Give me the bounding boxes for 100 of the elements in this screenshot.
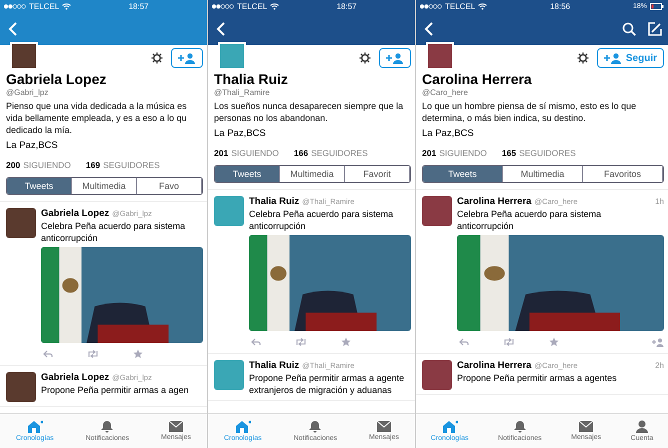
tab[interactable]: Tweets bbox=[423, 166, 503, 182]
back-icon[interactable] bbox=[8, 22, 18, 36]
status-time: 18:56 bbox=[550, 2, 570, 11]
mail-icon bbox=[377, 421, 392, 432]
bio-text: Lo que un hombre piensa de sí mismo, esto es lo que bbox=[422, 100, 638, 112]
bio-text: Pienso que una vida dedicada a la música es bbox=[6, 100, 188, 112]
carrier-name: TELCEL bbox=[29, 2, 60, 11]
follow-icon[interactable] bbox=[652, 338, 664, 346]
tweet-author: Thalia Ruiz bbox=[249, 196, 300, 208]
following-count[interactable]: 200 bbox=[6, 160, 20, 171]
add-person-icon bbox=[386, 52, 404, 64]
retweet-icon[interactable] bbox=[503, 338, 515, 346]
following-label[interactable]: SIGUIENDO bbox=[231, 148, 279, 159]
location-text: La Paz,BCS bbox=[422, 128, 475, 140]
add-person-icon bbox=[604, 52, 622, 64]
reply-icon[interactable] bbox=[43, 350, 53, 358]
signal-icon bbox=[212, 4, 234, 9]
follow-button[interactable]: Seguir bbox=[596, 48, 664, 68]
mail-icon bbox=[579, 421, 594, 432]
tweet-author: Gabriela Lopez bbox=[41, 372, 110, 384]
followers-label[interactable]: SEGUIDORES bbox=[103, 160, 160, 171]
tweet-time: 2h bbox=[655, 360, 664, 372]
following-count[interactable]: 201 bbox=[422, 148, 436, 159]
status-time: 18:57 bbox=[128, 2, 149, 11]
tweet-text: Propone Peña permitir armas a agente bbox=[249, 372, 406, 384]
following-label[interactable]: SIGUIENDO bbox=[23, 160, 71, 171]
tweet-text: Propone Peña permitir armas a agentes bbox=[457, 372, 618, 384]
retweet-icon[interactable] bbox=[295, 338, 307, 346]
bio-text: dedicado la mía. bbox=[6, 124, 74, 136]
profile-name: Thalia Ruiz bbox=[214, 71, 289, 87]
following-label[interactable]: SIGUIENDO bbox=[439, 148, 487, 159]
tweet-time: 1h bbox=[655, 196, 664, 208]
wifi-icon bbox=[62, 3, 72, 10]
bio-text: determina, o más bien indica, su destino. bbox=[422, 112, 587, 124]
bio-text: personas no los abandonan. bbox=[214, 112, 329, 124]
tweet-author: Gabriela Lopez bbox=[41, 208, 110, 220]
tweet-text: extranjeros de migración y aduanas bbox=[249, 384, 393, 396]
followers-count[interactable]: 166 bbox=[294, 148, 308, 159]
profile-handle: @Gabri_lpz bbox=[6, 87, 50, 98]
avatar bbox=[10, 42, 38, 70]
home-icon bbox=[234, 420, 251, 433]
add-person-icon bbox=[178, 52, 196, 64]
bio-text: vida bellamente empleada, y es a eso a lo qu bbox=[6, 112, 188, 124]
mail-icon bbox=[169, 421, 184, 432]
reply-icon[interactable] bbox=[251, 338, 261, 346]
tab[interactable]: Tweets bbox=[7, 178, 72, 194]
home-icon bbox=[442, 420, 458, 433]
follow-button[interactable] bbox=[171, 48, 203, 68]
tweet-author: Carolina Herrera bbox=[457, 360, 532, 372]
tweet-author: Carolina Herrera bbox=[457, 196, 532, 208]
location-text: La Paz,BCS bbox=[6, 140, 59, 152]
settings-icon[interactable] bbox=[576, 52, 589, 64]
retweet-icon[interactable] bbox=[87, 350, 99, 358]
bell-icon bbox=[101, 420, 114, 433]
settings-icon[interactable] bbox=[151, 52, 163, 64]
bell-icon bbox=[309, 420, 322, 433]
profile-handle: @Caro_here bbox=[422, 87, 469, 98]
back-icon[interactable] bbox=[424, 22, 434, 36]
followers-count[interactable]: 169 bbox=[86, 160, 100, 171]
profile-name: Carolina Herrera bbox=[422, 71, 533, 87]
profile-name: Gabriela Lopez bbox=[6, 71, 108, 87]
tweet-text: anticorrupción bbox=[457, 220, 515, 232]
avatar bbox=[426, 42, 454, 70]
signal-icon bbox=[4, 4, 26, 9]
location-text: La Paz,BCS bbox=[214, 128, 267, 140]
profile-handle: @Thali_Ramire bbox=[214, 87, 271, 98]
avatar bbox=[422, 360, 452, 390]
tweet-author: Thalia Ruiz bbox=[249, 360, 300, 372]
follow-button[interactable] bbox=[379, 48, 411, 68]
tweet-text: Propone Peña permitir armas a agen bbox=[41, 384, 190, 396]
star-icon[interactable] bbox=[549, 337, 559, 347]
followers-label[interactable]: SEGUIDORES bbox=[519, 148, 576, 159]
tab[interactable]: Tweets bbox=[215, 166, 280, 182]
wifi-icon bbox=[270, 3, 280, 10]
avatar bbox=[6, 372, 36, 402]
tweet-text: anticorrupción bbox=[41, 232, 99, 244]
carrier-name: TELCEL bbox=[445, 2, 476, 11]
bio-text: Los sueños nunca desaparecen siempre que la bbox=[214, 100, 404, 112]
star-icon[interactable] bbox=[341, 337, 351, 347]
avatar bbox=[214, 360, 244, 390]
followers-count[interactable]: 165 bbox=[502, 148, 516, 159]
following-count[interactable]: 201 bbox=[214, 148, 228, 159]
search-icon[interactable] bbox=[622, 22, 636, 36]
wifi-icon bbox=[478, 3, 488, 10]
home-icon bbox=[26, 420, 43, 433]
signal-icon bbox=[420, 4, 442, 9]
avatar bbox=[6, 208, 36, 238]
carrier-name: TELCEL bbox=[237, 2, 268, 11]
bell-icon bbox=[514, 420, 526, 433]
compose-icon[interactable] bbox=[648, 22, 662, 36]
battery-icon bbox=[650, 3, 664, 10]
settings-icon[interactable] bbox=[359, 52, 371, 64]
tweet-text: anticorrupción bbox=[249, 220, 307, 232]
back-icon[interactable] bbox=[216, 22, 226, 36]
avatar bbox=[218, 42, 246, 70]
reply-icon[interactable] bbox=[459, 338, 469, 346]
star-icon[interactable] bbox=[133, 349, 143, 359]
followers-label[interactable]: SEGUIDORES bbox=[311, 148, 368, 159]
status-time: 18:57 bbox=[336, 2, 357, 11]
tweet-text: Celebra Peña acuerdo para sistema bbox=[457, 208, 602, 220]
